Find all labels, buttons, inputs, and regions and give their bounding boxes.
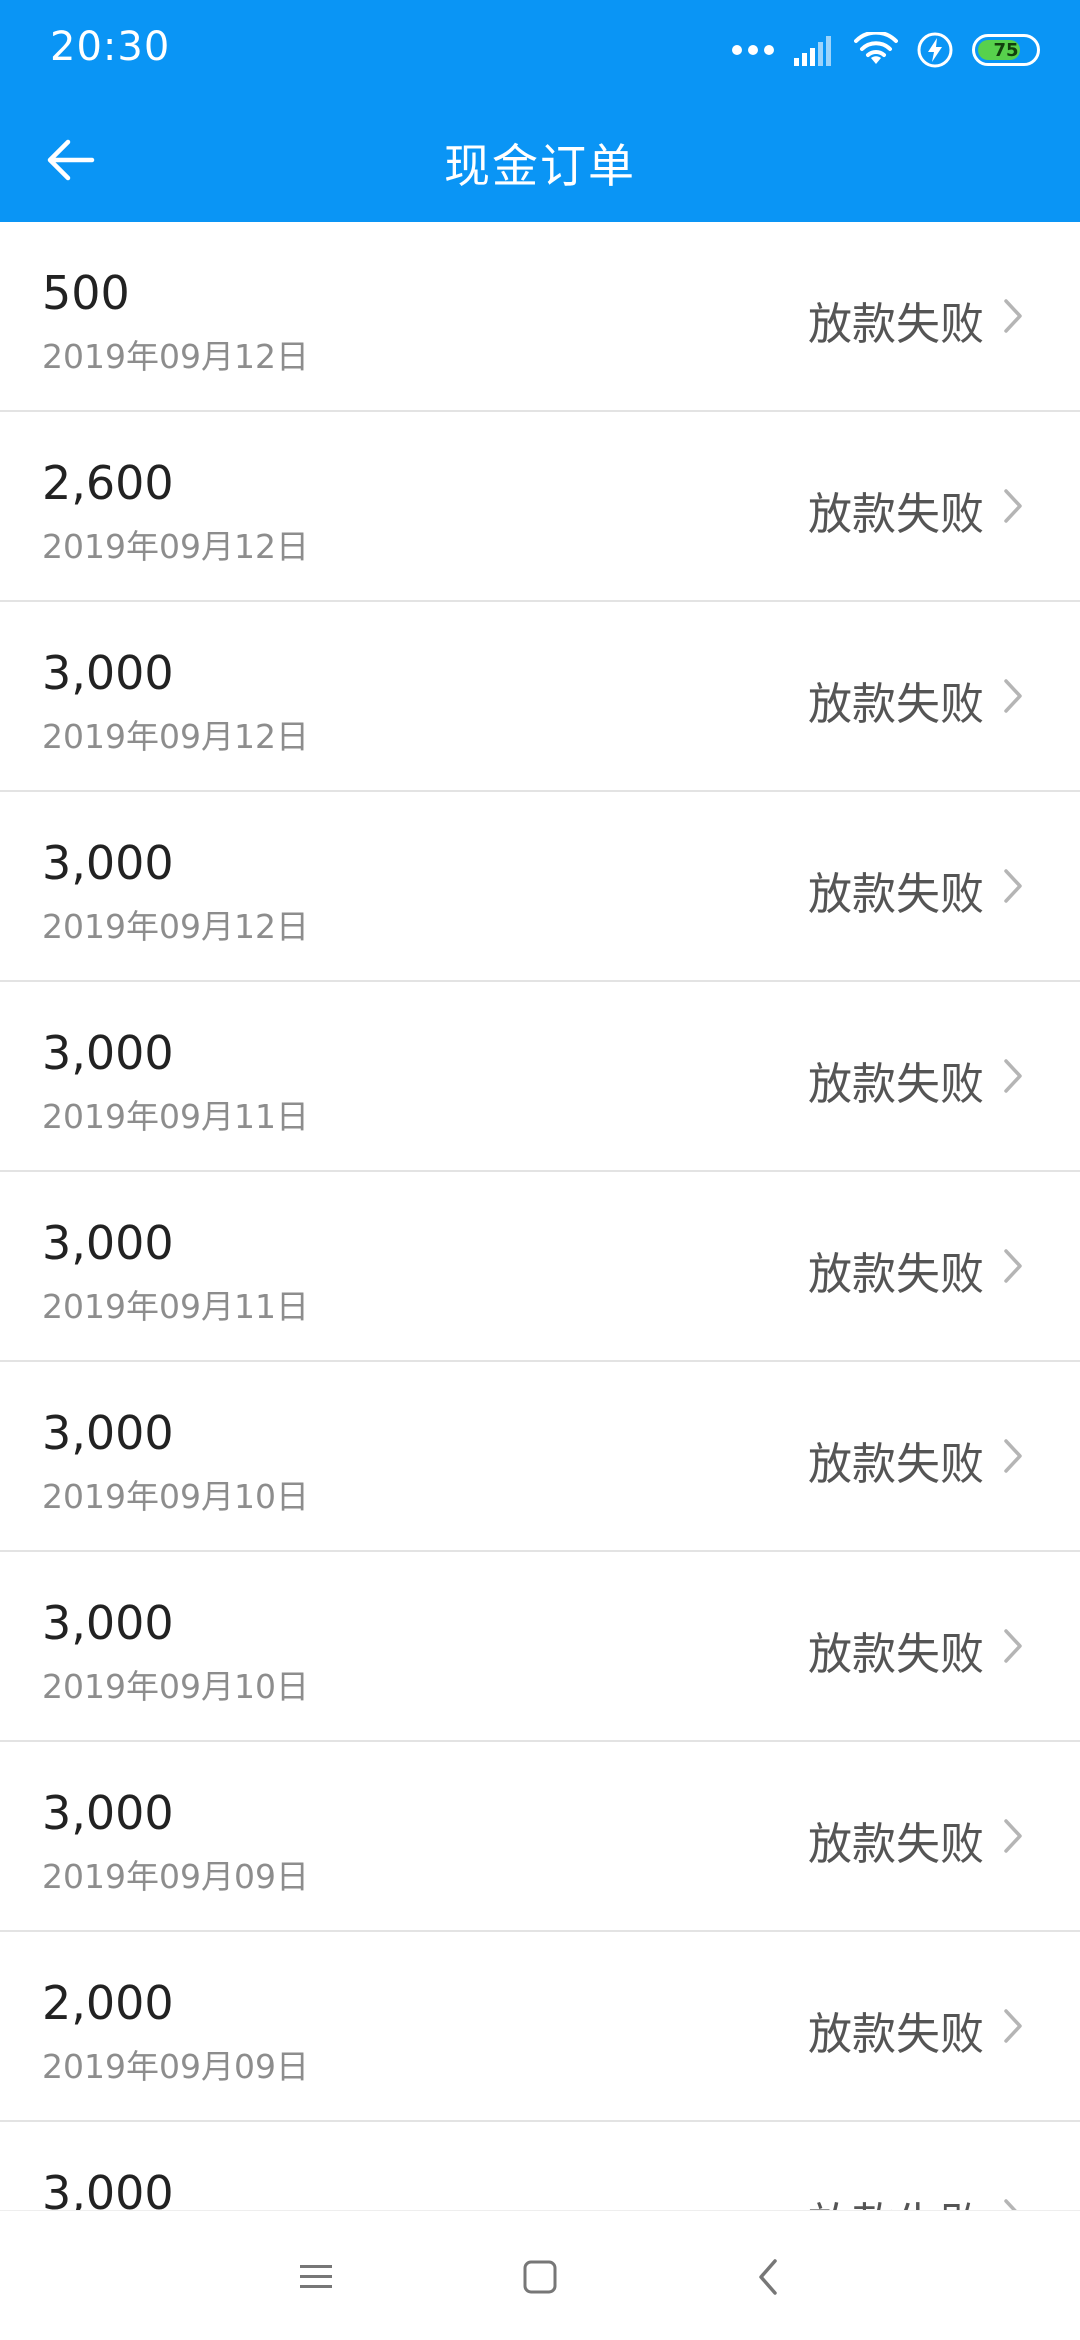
order-status: 放款失败 [808,1059,984,1110]
order-status: 放款失败 [808,299,984,350]
chevron-right-icon [1004,1439,1022,1473]
order-date: 2019年09月11日 [42,1097,309,1136]
status-time: 20:30 [50,24,171,70]
order-status: 放款失败 [808,1249,984,1300]
order-date: 2019年09月11日 [42,1287,309,1326]
back-icon [759,2259,777,2295]
order-list: 500 2019年09月12日 放款失败 2,600 2019年09月12日 放款失败 3,… [0,222,1080,2210]
order-amount: 3,000 [42,1596,174,1650]
order-row[interactable]: 3,000 2019年09月10日 放款失败 [0,1362,1080,1552]
order-amount: 3,000 [42,1026,174,1080]
status-icons: 75 [732,30,1040,70]
order-amount: 3,000 [42,646,174,700]
order-status: 放款失败 [808,2188,984,2210]
order-row[interactable]: 500 2019年09月12日 放款失败 [0,222,1080,412]
order-date: 2019年09月12日 [42,527,309,566]
order-row[interactable]: 2,000 2019年09月09日 放款失败 [0,1932,1080,2122]
system-nav-bar [0,2210,1080,2340]
order-amount: 2,000 [42,1976,174,2030]
more-dots-icon [732,45,774,55]
chevron-right-icon [1004,679,1022,713]
battery-level: 75 [993,39,1019,61]
chevron-right-icon [1004,299,1022,333]
order-amount: 3,000 [42,836,174,890]
order-date: 2019年09月12日 [42,717,309,756]
wifi-icon [854,32,898,64]
order-status: 放款失败 [808,1629,984,1680]
order-status: 放款失败 [808,1439,984,1490]
chevron-right-icon [1004,1249,1022,1283]
order-row[interactable]: 3,000 放款失败 [0,2122,1080,2210]
menu-button[interactable] [288,2249,344,2305]
menu-icon [300,2265,332,2288]
chevron-right-icon [1004,489,1022,523]
app-header: 20:30 75 现金订单 [0,0,1080,222]
order-row[interactable]: 3,000 2019年09月12日 放款失败 [0,792,1080,982]
page-title: 现金订单 [444,139,636,193]
order-amount: 3,000 [42,1406,174,1460]
order-date: 2019年09月09日 [42,2047,309,2086]
order-date: 2019年09月12日 [42,337,309,376]
order-row[interactable]: 3,000 2019年09月11日 放款失败 [0,1172,1080,1362]
order-status: 放款失败 [808,2009,984,2060]
chevron-right-icon [1004,1629,1022,1663]
signal-icon [794,36,831,66]
chevron-right-icon [1004,1819,1022,1853]
charging-icon [917,32,953,68]
order-row[interactable]: 2,600 2019年09月12日 放款失败 [0,412,1080,602]
order-status: 放款失败 [808,679,984,730]
nav-bar: 现金订单 [0,98,1080,222]
home-button[interactable] [512,2249,568,2305]
order-row[interactable]: 3,000 2019年09月12日 放款失败 [0,602,1080,792]
order-row[interactable]: 3,000 2019年09月10日 放款失败 [0,1552,1080,1742]
battery-icon: 75 [972,34,1040,66]
order-amount: 3,000 [42,2166,174,2210]
order-date: 2019年09月09日 [42,1857,309,1896]
order-amount: 3,000 [42,1216,174,1270]
chevron-right-icon [1004,2199,1017,2210]
back-nav-button[interactable] [740,2249,796,2305]
chevron-right-icon [1004,1059,1022,1093]
order-status: 放款失败 [808,489,984,540]
order-amount: 500 [42,266,130,320]
status-bar: 20:30 75 [0,0,1080,98]
order-date: 2019年09月12日 [42,907,309,946]
order-amount: 2,600 [42,456,174,510]
order-date: 2019年09月10日 [42,1477,309,1516]
order-amount: 3,000 [42,1786,174,1840]
chevron-right-icon [1004,869,1022,903]
order-status: 放款失败 [808,869,984,920]
chevron-right-icon [1004,2009,1022,2043]
order-date: 2019年09月10日 [42,1667,309,1706]
order-row[interactable]: 3,000 2019年09月11日 放款失败 [0,982,1080,1172]
order-row[interactable]: 3,000 2019年09月09日 放款失败 [0,1742,1080,1932]
home-icon [523,2260,557,2294]
order-status: 放款失败 [808,1819,984,1870]
